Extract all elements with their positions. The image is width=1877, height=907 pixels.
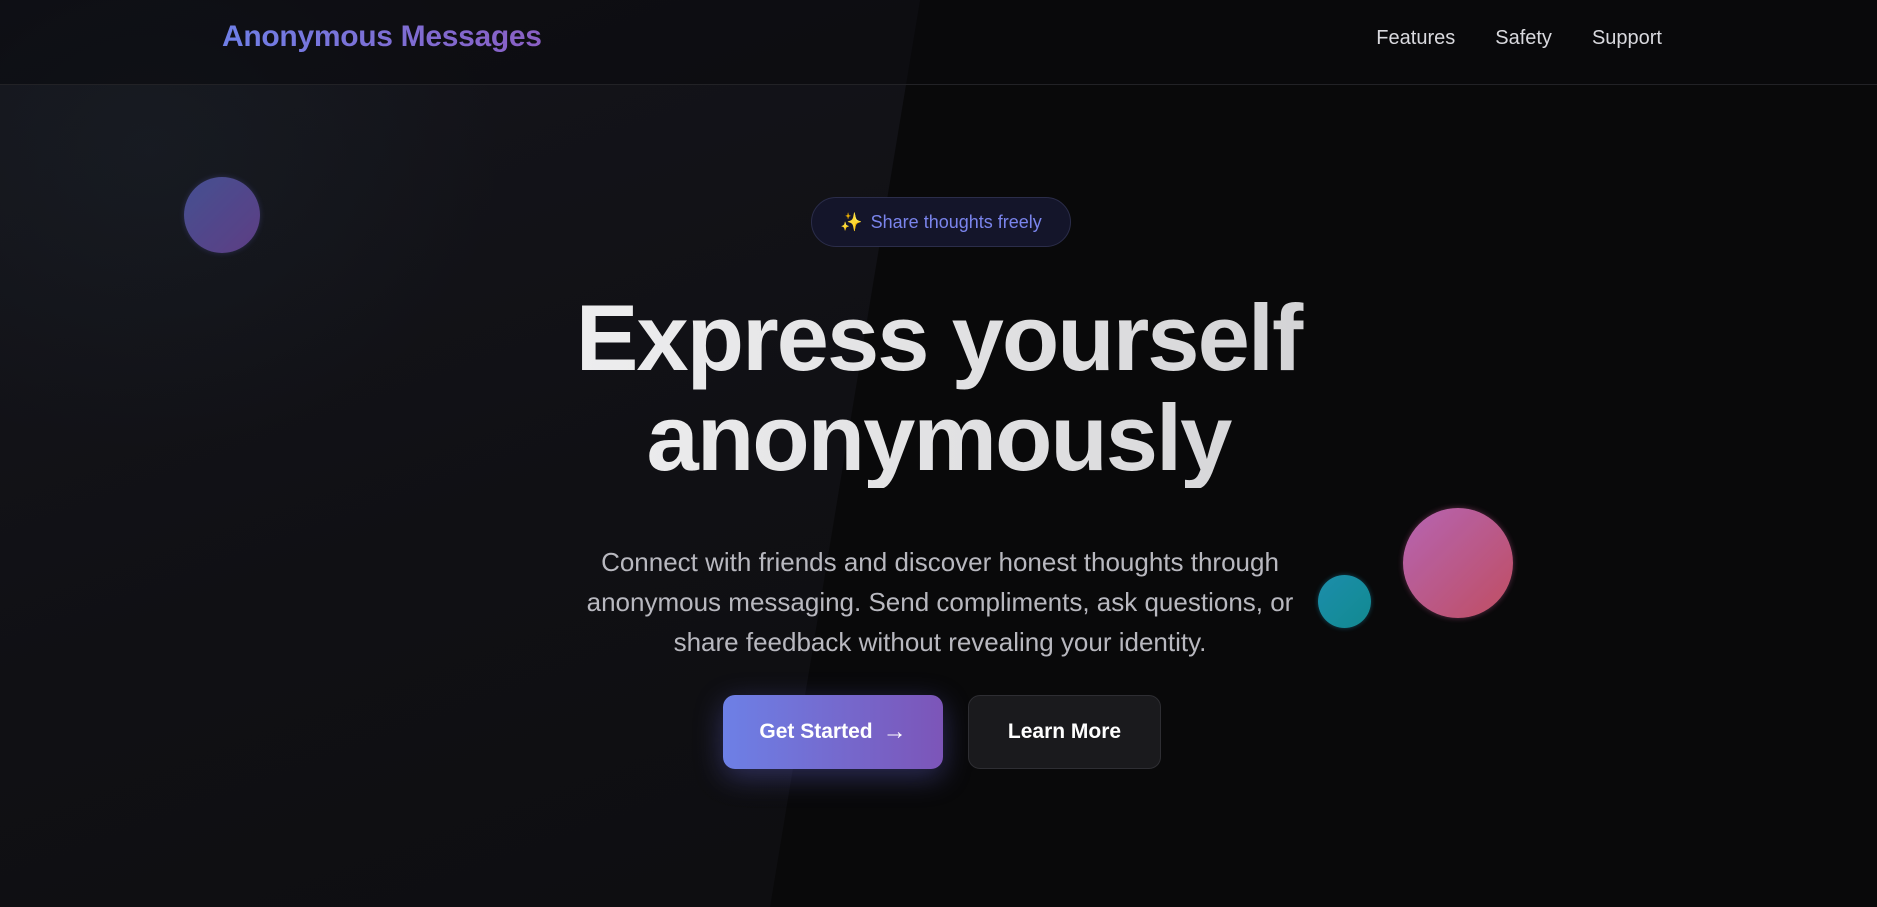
get-started-button[interactable]: Get Started → xyxy=(723,695,943,769)
nav-link-features[interactable]: Features xyxy=(1376,27,1455,50)
hero-headline-line-2: anonymously xyxy=(646,385,1231,490)
learn-more-button[interactable]: Learn More xyxy=(968,695,1161,769)
get-started-label: Get Started xyxy=(759,720,873,743)
top-navigation-bar: Anonymous Messages Features Safety Suppo… xyxy=(0,0,1877,85)
arrow-right-icon: → xyxy=(882,718,907,745)
brand-logo-text[interactable]: Anonymous Messages xyxy=(222,20,542,54)
nav-links: Features Safety Support xyxy=(1376,27,1662,50)
nav-link-safety[interactable]: Safety xyxy=(1495,27,1552,50)
sparkles-icon: ✨ xyxy=(840,211,863,232)
decorative-orb-pink xyxy=(1403,508,1513,618)
decorative-orb-cyan xyxy=(1318,575,1371,628)
nav-link-support[interactable]: Support xyxy=(1592,27,1662,50)
decorative-orb-purple xyxy=(184,177,260,253)
hero-headline: Express yourself anonymously xyxy=(0,288,1877,488)
landing-page: Anonymous Messages Features Safety Suppo… xyxy=(0,0,1877,907)
tagline-badge: ✨ Share thoughts freely xyxy=(811,197,1071,247)
hero-actions: Get Started → Learn More xyxy=(723,695,1161,769)
tagline-badge-text: Share thoughts freely xyxy=(870,211,1042,232)
hero-headline-line-1: Express yourself xyxy=(575,285,1302,390)
hero-description: Connect with friends and discover honest… xyxy=(586,547,1294,657)
